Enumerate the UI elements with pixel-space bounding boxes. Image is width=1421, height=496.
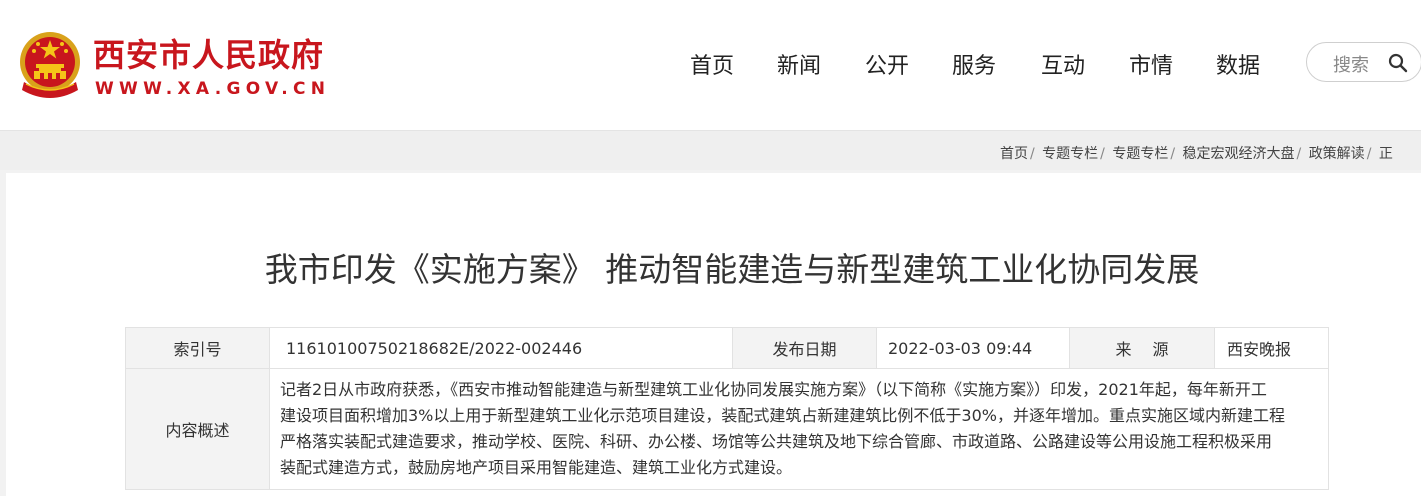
date-label: 发布日期 [732,327,877,369]
summary-line: 严格落实装配式建造要求，推动学校、医院、科研、办公楼、场馆等公共建筑及地下综合管… [280,432,1273,451]
search-icon[interactable] [1387,52,1409,74]
nav-item-service[interactable]: 服务 [952,48,996,80]
date-value: 2022-03-03 09:44 [876,327,1070,369]
main-nav: 首页 新闻 公开 服务 互动 市情 数据 [0,48,1421,80]
breadcrumb-current[interactable]: 正 [1379,146,1393,162]
summary-line: 装配式建造方式，鼓励房地产项目采用智能建造、建筑工业化方式建设。 [280,458,793,477]
nav-item-data[interactable]: 数据 [1216,48,1260,80]
site-header: 西安市人民政府 WWW.XA.GOV.CN 首页 新闻 公开 服务 互动 市情 … [0,0,1421,130]
breadcrumb: 首页 / 专题专栏 / 专题专栏 / 稳定宏观经济大盘 / 政策解读 / 正 [1000,143,1393,163]
breadcrumb-home[interactable]: 首页 [1000,146,1028,162]
source-label: 来 源 [1069,327,1215,369]
article-info-table: 索引号 11610100750218682E/2022-002446 发布日期 … [125,327,1329,490]
nav-item-interaction[interactable]: 互动 [1041,48,1085,80]
article-title: 我市印发《实施方案》 推动智能建造与新型建筑工业化协同发展 [264,250,1200,289]
summary-label: 内容概述 [125,368,270,490]
nav-item-public[interactable]: 公开 [865,48,909,80]
index-label: 索引号 [125,327,270,369]
article-content: 我市印发《实施方案》 推动智能建造与新型建筑工业化协同发展 索引号 116101… [6,173,1421,496]
breadcrumb-stable-economy[interactable]: 稳定宏观经济大盘 [1183,146,1295,162]
breadcrumb-special-topics-2[interactable]: 专题专栏 [1112,146,1168,162]
summary-text: 记者2日从市政府获悉，《西安市推动智能建造与新型建筑工业化协同发展实施方案》（以… [269,368,1329,490]
site-domain[interactable]: WWW.XA.GOV.CN [95,79,330,99]
summary-line: 记者2日从市政府获悉，《西安市推动智能建造与新型建筑工业化协同发展实施方案》（以… [280,380,1267,399]
breadcrumb-separator: / [1366,146,1372,162]
table-row: 索引号 11610100750218682E/2022-002446 发布日期 … [125,327,1329,369]
breadcrumb-separator: / [1296,146,1302,162]
breadcrumb-policy-interpretation[interactable]: 政策解读 [1309,146,1365,162]
source-value: 西安晚报 [1214,327,1329,369]
breadcrumb-special-topics[interactable]: 专题专栏 [1042,146,1098,162]
nav-item-home[interactable]: 首页 [690,48,734,80]
breadcrumb-separator: / [1170,146,1176,162]
search-input[interactable]: 搜索 [1306,42,1421,82]
index-value: 11610100750218682E/2022-002446 [269,327,733,369]
search-placeholder: 搜索 [1333,55,1369,76]
summary-line: 建设项目面积增加3%以上用于新型建筑工业化示范项目建设，装配式建筑占新建建筑比例… [280,406,1285,425]
nav-item-city-info[interactable]: 市情 [1129,48,1173,80]
breadcrumb-bar: 首页 / 专题专栏 / 专题专栏 / 稳定宏观经济大盘 / 政策解读 / 正 [0,130,1421,170]
breadcrumb-separator: / [1030,146,1035,162]
table-row: 内容概述 记者2日从市政府获悉，《西安市推动智能建造与新型建筑工业化协同发展实施… [125,368,1329,490]
nav-item-news[interactable]: 新闻 [777,48,821,80]
breadcrumb-separator: / [1100,146,1105,162]
